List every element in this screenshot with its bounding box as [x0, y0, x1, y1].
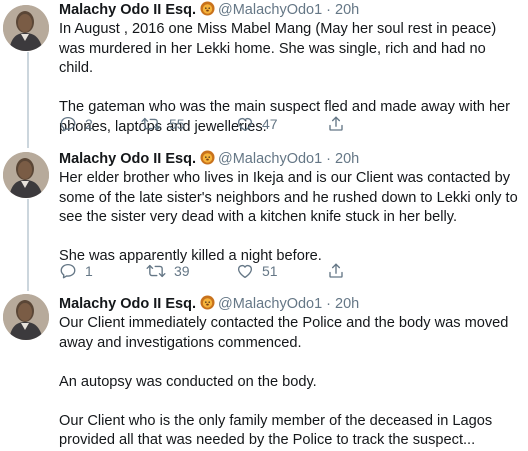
reply-icon	[60, 116, 76, 132]
author-name[interactable]: Malachy Odo II Esq.	[59, 151, 196, 167]
reply-button[interactable]: 2	[59, 114, 93, 134]
reply-icon	[60, 263, 76, 279]
lion-emoji-icon	[200, 295, 215, 310]
share-icon	[329, 263, 343, 278]
avatar[interactable]	[3, 5, 49, 51]
share-button[interactable]	[327, 261, 345, 281]
retweet-button[interactable]: 39	[146, 261, 190, 281]
tweet-paragraph: Her elder brother who lives in Ikeja and…	[59, 170, 518, 225]
tweet-header: Malachy Odo II Esq. @MalachyOdo1 · 20h	[59, 149, 521, 169]
retweet-count: 55	[169, 116, 185, 132]
separator-dot: ·	[326, 2, 332, 18]
author-name[interactable]: Malachy Odo II Esq.	[59, 296, 196, 312]
like-count: 47	[262, 116, 278, 132]
reply-count: 2	[85, 116, 93, 132]
avatar[interactable]	[3, 152, 49, 198]
tweet-text: Our Client immediately contacted the Pol…	[59, 314, 521, 451]
share-icon	[329, 116, 343, 131]
tweet-timestamp[interactable]: 20h	[335, 151, 359, 167]
avatar-photo-icon	[3, 294, 49, 340]
author-handle[interactable]: @MalachyOdo1	[218, 296, 322, 312]
thread-line	[27, 52, 29, 144]
tweet-actions: 2 55 47	[59, 114, 499, 134]
separator-dot: ·	[326, 296, 332, 312]
thread-line	[27, 143, 29, 148]
tweet-text: Her elder brother who lives in Ikeja and…	[59, 169, 521, 267]
tweet-header: Malachy Odo II Esq. @MalachyOdo1 · 20h	[59, 0, 521, 20]
tweet-paragraph: Our Client immediately contacted the Pol…	[59, 315, 509, 351]
retweet-count: 39	[174, 263, 190, 279]
lion-emoji-icon	[200, 1, 215, 16]
like-count: 51	[262, 263, 278, 279]
thread-line	[27, 199, 29, 291]
author-handle[interactable]: @MalachyOdo1	[218, 2, 322, 18]
share-button[interactable]	[327, 114, 345, 134]
tweet-paragraph: Our Client who is the only family member…	[59, 412, 493, 449]
like-button[interactable]: 51	[236, 261, 278, 281]
tweet-paragraph: An autopsy was conducted on the body.	[59, 373, 317, 390]
heart-icon	[237, 264, 253, 278]
like-button[interactable]: 47	[236, 114, 278, 134]
tweet-header: Malachy Odo II Esq. @MalachyOdo1 · 20h	[59, 294, 521, 314]
reply-button[interactable]: 1	[59, 261, 93, 281]
tweet-paragraph: In August , 2016 one Miss Mabel Mang (Ma…	[59, 21, 497, 76]
author-name[interactable]: Malachy Odo II Esq.	[59, 2, 196, 18]
avatar-photo-icon	[3, 5, 49, 51]
tweet-timestamp[interactable]: 20h	[335, 296, 359, 312]
retweet-button[interactable]: 55	[141, 114, 185, 134]
tweet-actions: 1 39 51	[59, 261, 499, 281]
separator-dot: ·	[326, 151, 332, 167]
lion-emoji-icon	[200, 150, 215, 165]
reply-count: 1	[85, 263, 93, 279]
retweet-icon	[146, 264, 166, 277]
author-handle[interactable]: @MalachyOdo1	[218, 151, 322, 167]
retweet-icon	[141, 117, 161, 130]
tweet-timestamp[interactable]: 20h	[335, 2, 359, 18]
avatar[interactable]	[3, 294, 49, 340]
avatar-photo-icon	[3, 152, 49, 198]
heart-icon	[237, 117, 253, 131]
thread-line	[27, 287, 29, 291]
